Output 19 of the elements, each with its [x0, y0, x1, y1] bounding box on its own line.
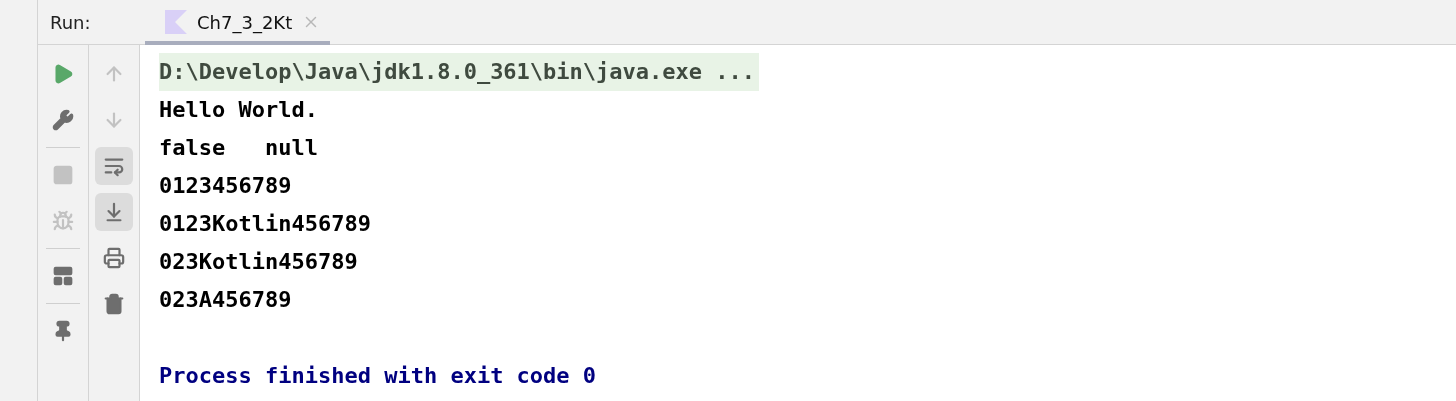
output-line: 023Kotlin456789 — [159, 248, 359, 276]
kotlin-icon — [165, 10, 187, 34]
output-line: 023A456789 — [159, 286, 293, 314]
output-line: 0123456789 — [159, 172, 293, 200]
run-tab[interactable]: Ch7_3_2Kt — [145, 0, 331, 45]
exit-message: Process finished with exit code 0 — [159, 362, 598, 390]
pin-icon[interactable] — [52, 320, 74, 342]
output-line: 0123Kotlin456789 — [159, 210, 372, 238]
print-icon[interactable] — [103, 247, 125, 269]
play-icon[interactable] — [52, 63, 74, 85]
wrench-icon[interactable] — [52, 109, 74, 131]
output-line: false null — [159, 134, 319, 162]
soft-wrap-icon[interactable] — [103, 155, 125, 177]
toolbar-button[interactable] — [95, 147, 133, 185]
trash-icon[interactable] — [103, 293, 125, 315]
toolbar-button[interactable] — [95, 193, 133, 231]
layout-icon[interactable] — [52, 265, 74, 287]
run-label: Run: — [50, 11, 92, 33]
output-line: Hello World. — [159, 96, 319, 124]
